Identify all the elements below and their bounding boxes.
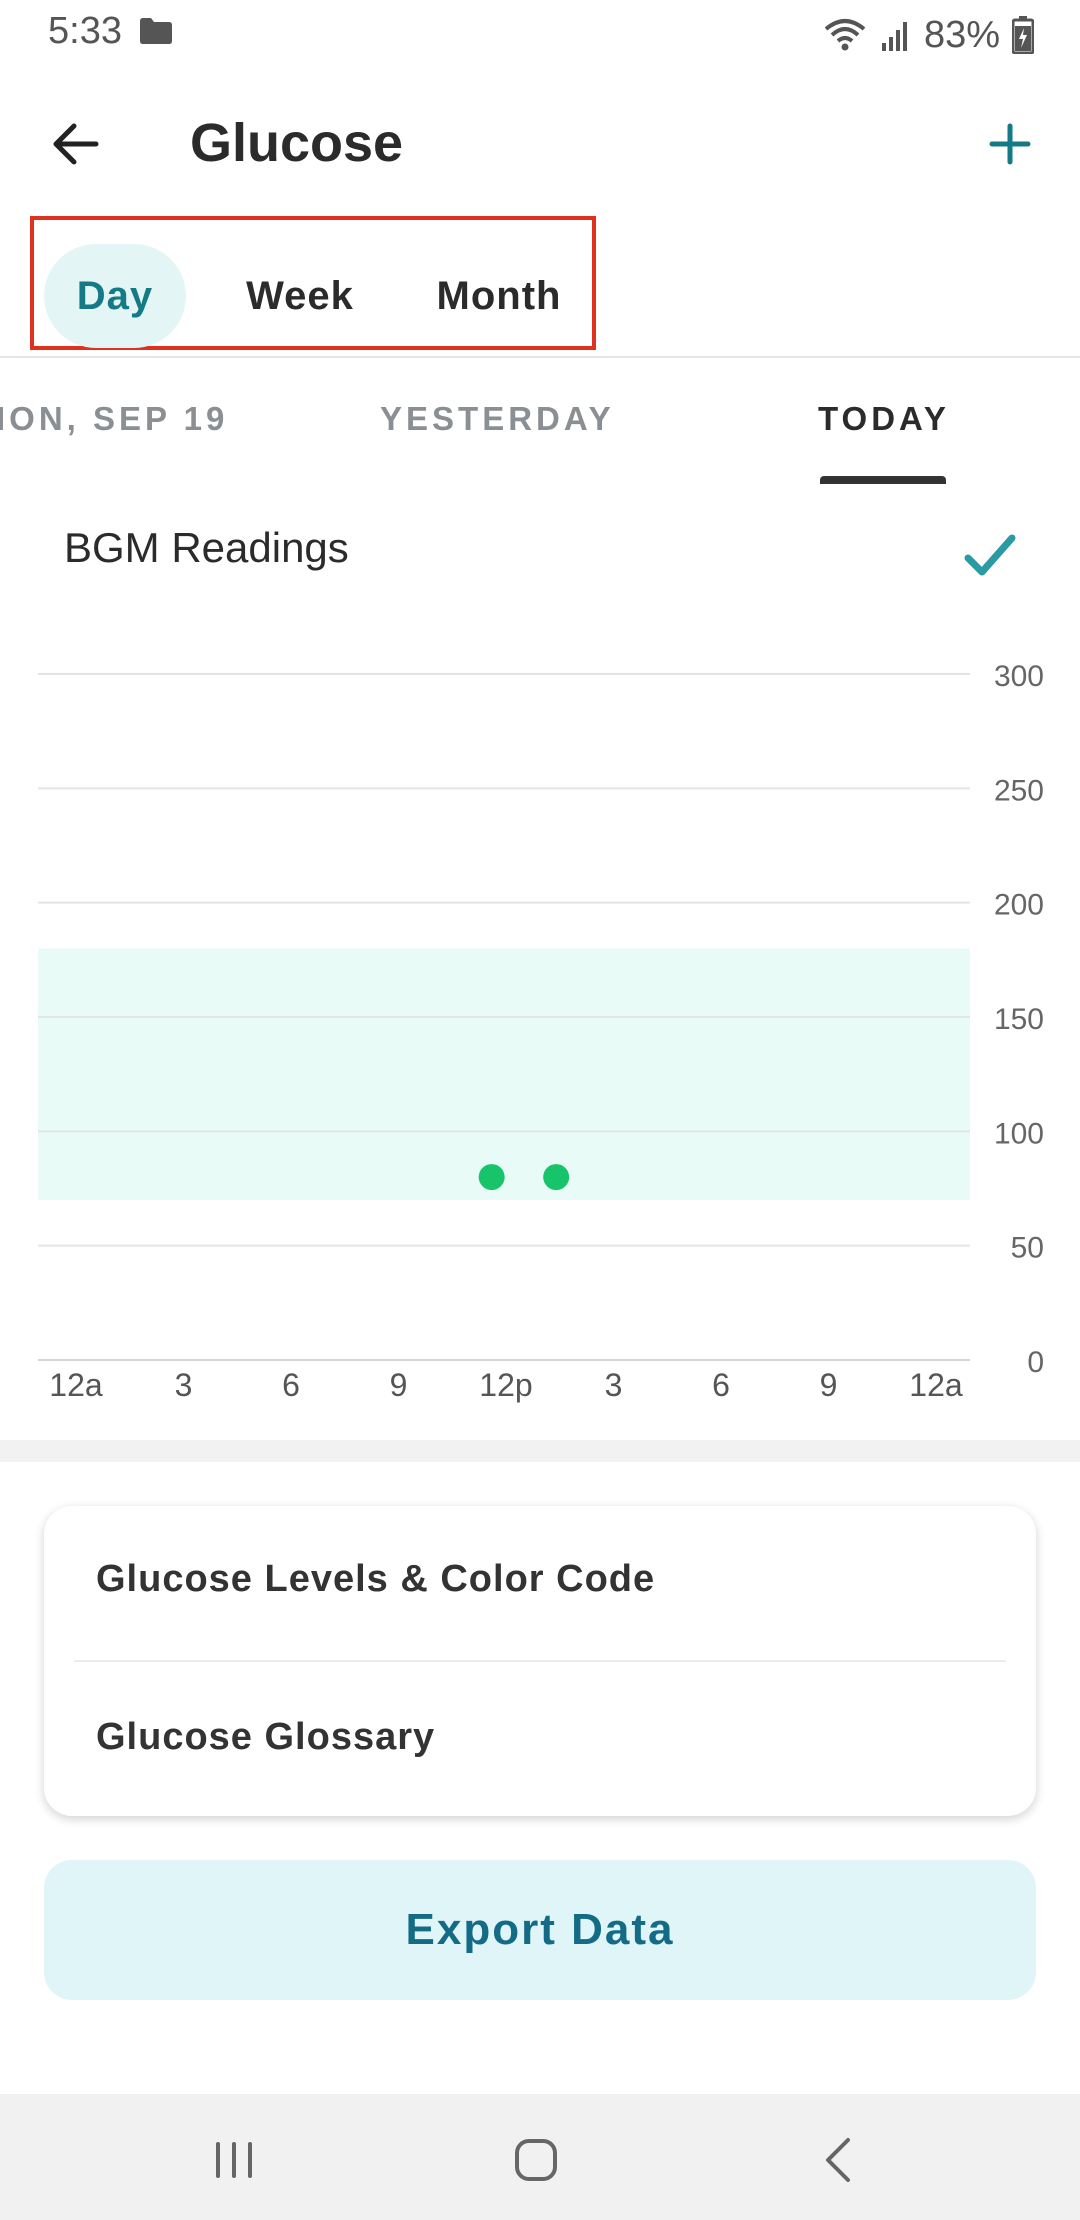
plus-icon <box>989 123 1031 165</box>
add-button[interactable] <box>978 112 1042 176</box>
range-tab-group: Day Week Month <box>30 216 596 350</box>
glucose-glossary-link[interactable]: Glucose Glossary <box>96 1716 435 1759</box>
back-button[interactable] <box>44 112 108 176</box>
system-back-button[interactable] <box>808 2130 868 2190</box>
date-tab-strip: ION, SEP 19 YESTERDAY TODAY <box>0 360 1080 484</box>
home-icon <box>515 2139 557 2181</box>
wifi-icon <box>824 19 866 51</box>
arrow-left-icon <box>53 123 99 165</box>
bgm-chart: 300 250 200 150 100 50 0 12a 3 6 9 12p 3 6 9 12a <box>38 660 1044 1403</box>
x-tick-label: 9 <box>820 1367 838 1403</box>
system-nav-bar <box>0 2094 1080 2220</box>
header-divider <box>0 356 1080 358</box>
date-tab-indicator <box>820 476 946 484</box>
x-tick-label: 9 <box>390 1367 408 1403</box>
info-card: Glucose Levels & Color Code Glucose Glos… <box>44 1506 1036 1816</box>
x-tick-label: 6 <box>282 1367 300 1403</box>
target-range-band <box>38 948 970 1200</box>
recent-apps-icon <box>216 2142 252 2178</box>
date-tab-yesterday[interactable]: YESTERDAY <box>380 400 615 438</box>
x-tick-label: 6 <box>712 1367 730 1403</box>
x-tick-label: 12a <box>909 1367 963 1403</box>
tab-day[interactable]: Day <box>44 244 186 348</box>
tab-week[interactable]: Week <box>230 244 370 348</box>
y-tick-label: 100 <box>994 1117 1044 1150</box>
signal-icon <box>881 22 907 51</box>
status-time: 5:33 <box>48 10 122 52</box>
battery-charging-icon <box>1012 16 1034 54</box>
status-bar: 5:33 83% <box>0 0 1080 70</box>
battery-percent: 83% <box>923 13 1000 56</box>
y-tick-label: 150 <box>994 1003 1044 1036</box>
y-tick-label: 250 <box>994 774 1044 807</box>
export-data-button[interactable]: Export Data <box>44 1860 1036 2000</box>
x-tick-label: 3 <box>605 1367 623 1403</box>
y-tick-label: 50 <box>1011 1232 1044 1265</box>
date-tab-today[interactable]: TODAY <box>818 400 950 438</box>
status-right: 83% <box>822 10 1034 60</box>
y-tick-label: 300 <box>994 660 1044 693</box>
app-bar: Glucose <box>0 90 1080 200</box>
x-tick-label: 3 <box>175 1367 193 1403</box>
reading-point <box>543 1164 570 1191</box>
x-tick-label: 12a <box>49 1367 103 1403</box>
bgm-chart-card: BGM Readings 300 250 200 150 100 50 0 12a 3 6 9 12p… <box>0 484 1080 1440</box>
info-divider <box>74 1660 1006 1662</box>
y-tick-label: 200 <box>994 889 1044 922</box>
x-tick-label: 12p <box>479 1367 532 1403</box>
y-tick-label: 0 <box>1027 1346 1044 1379</box>
folder-icon <box>140 18 172 44</box>
section-gap <box>0 1440 1080 1462</box>
date-tab-sep-19[interactable]: ION, SEP 19 <box>0 400 228 438</box>
reading-point <box>478 1164 505 1191</box>
recent-apps-button[interactable] <box>204 2130 264 2190</box>
page-title: Glucose <box>190 113 404 173</box>
glucose-levels-link[interactable]: Glucose Levels & Color Code <box>96 1558 655 1601</box>
tab-month[interactable]: Month <box>424 244 574 348</box>
home-button[interactable] <box>506 2130 566 2190</box>
chevron-left-icon <box>826 2138 850 2182</box>
